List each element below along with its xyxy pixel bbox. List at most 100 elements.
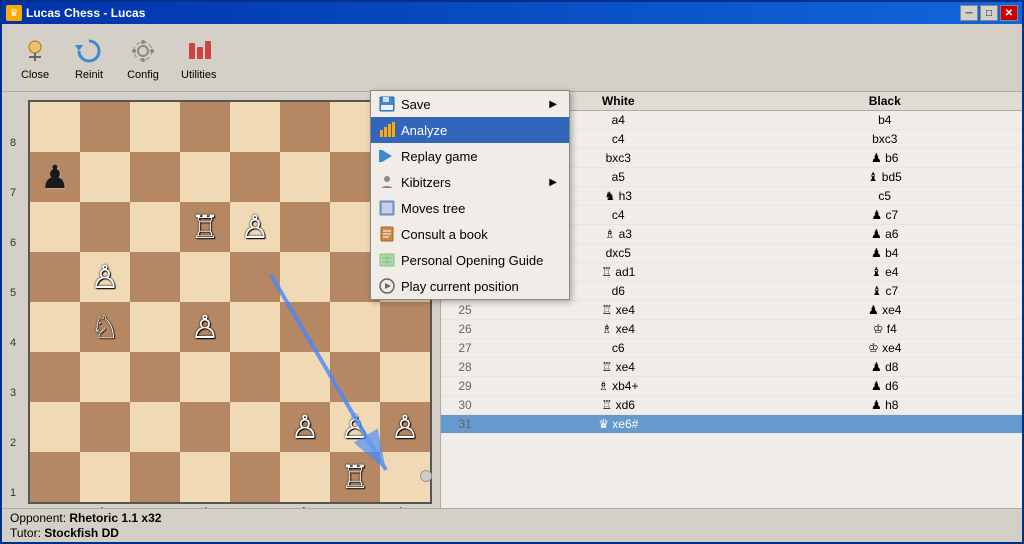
square-b8[interactable] bbox=[80, 102, 130, 152]
square-b7[interactable] bbox=[80, 152, 130, 202]
piece-d6[interactable]: ♖ bbox=[191, 211, 220, 243]
move-row-26[interactable]: 26♗ xe4♔ f4 bbox=[441, 320, 1022, 339]
move-black-17[interactable]: ♟ b6 bbox=[752, 150, 1019, 166]
move-black-18[interactable]: ♝ bd5 bbox=[752, 169, 1019, 185]
square-c8[interactable] bbox=[130, 102, 180, 152]
square-d1[interactable] bbox=[180, 452, 230, 502]
square-a3[interactable] bbox=[30, 352, 80, 402]
move-white-30[interactable]: ♖ xd6 bbox=[485, 397, 752, 413]
square-g4[interactable] bbox=[330, 302, 380, 352]
move-black-23[interactable]: ♝ e4 bbox=[752, 264, 1019, 280]
move-black-15[interactable]: b4 bbox=[752, 112, 1019, 128]
square-g3[interactable] bbox=[330, 352, 380, 402]
menu-consult-book[interactable]: Consult a book bbox=[371, 221, 569, 247]
reinit-button[interactable]: Reinit bbox=[64, 30, 114, 86]
square-a8[interactable] bbox=[30, 102, 80, 152]
close-button[interactable]: Close bbox=[10, 30, 60, 86]
square-c5[interactable] bbox=[130, 252, 180, 302]
menu-moves-tree[interactable]: Moves tree bbox=[371, 195, 569, 221]
maximize-button[interactable]: □ bbox=[980, 5, 998, 21]
square-f7[interactable] bbox=[280, 152, 330, 202]
menu-kibitzers[interactable]: Kibitzers ▶ bbox=[371, 169, 569, 195]
move-black-31[interactable] bbox=[752, 416, 1019, 432]
move-black-28[interactable]: ♟ d8 bbox=[752, 359, 1019, 375]
config-button[interactable]: Config bbox=[118, 30, 168, 86]
square-c4[interactable] bbox=[130, 302, 180, 352]
square-b4[interactable]: ♘ bbox=[80, 302, 130, 352]
piece-a7[interactable]: ♟ bbox=[41, 161, 70, 193]
move-row-31[interactable]: 31♛ xe6# bbox=[441, 415, 1022, 434]
move-black-21[interactable]: ♟ a6 bbox=[752, 226, 1019, 242]
square-e8[interactable] bbox=[230, 102, 280, 152]
square-b3[interactable] bbox=[80, 352, 130, 402]
square-a2[interactable] bbox=[30, 402, 80, 452]
square-d6[interactable]: ♖ bbox=[180, 202, 230, 252]
square-a6[interactable] bbox=[30, 202, 80, 252]
square-g2[interactable]: ♙ bbox=[330, 402, 380, 452]
move-black-22[interactable]: ♟ b4 bbox=[752, 245, 1019, 261]
move-row-25[interactable]: 25♖ xe4♟ xe4 bbox=[441, 301, 1022, 320]
square-c7[interactable] bbox=[130, 152, 180, 202]
square-e1[interactable] bbox=[230, 452, 280, 502]
piece-g1[interactable]: ♖ bbox=[341, 461, 370, 493]
piece-d4[interactable]: ♙ bbox=[191, 311, 220, 343]
move-black-24[interactable]: ♝ c7 bbox=[752, 283, 1019, 299]
square-e2[interactable] bbox=[230, 402, 280, 452]
move-black-19[interactable]: c5 bbox=[752, 188, 1019, 204]
move-row-27[interactable]: 27c6♔ xe4 bbox=[441, 339, 1022, 358]
move-white-28[interactable]: ♖ xe4 bbox=[485, 359, 752, 375]
square-d5[interactable] bbox=[180, 252, 230, 302]
square-f8[interactable] bbox=[280, 102, 330, 152]
square-g1[interactable]: ♖ bbox=[330, 452, 380, 502]
square-a1[interactable] bbox=[30, 452, 80, 502]
move-black-27[interactable]: ♔ xe4 bbox=[752, 340, 1019, 356]
move-white-27[interactable]: c6 bbox=[485, 340, 752, 356]
square-b2[interactable] bbox=[80, 402, 130, 452]
piece-f2[interactable]: ♙ bbox=[291, 411, 320, 443]
move-row-29[interactable]: 29♗ xb4+♟ d6 bbox=[441, 377, 1022, 396]
square-f5[interactable] bbox=[280, 252, 330, 302]
piece-e6[interactable]: ♙ bbox=[241, 211, 270, 243]
square-b1[interactable] bbox=[80, 452, 130, 502]
move-black-30[interactable]: ♟ h8 bbox=[752, 397, 1019, 413]
square-c3[interactable] bbox=[130, 352, 180, 402]
square-f4[interactable] bbox=[280, 302, 330, 352]
utilities-button[interactable]: Utilities bbox=[172, 30, 225, 86]
piece-g2[interactable]: ♙ bbox=[341, 411, 370, 443]
square-b6[interactable] bbox=[80, 202, 130, 252]
move-white-31[interactable]: ♛ xe6# bbox=[485, 416, 752, 432]
square-h2[interactable]: ♙ bbox=[380, 402, 430, 452]
square-d3[interactable] bbox=[180, 352, 230, 402]
move-row-30[interactable]: 30♖ xd6♟ h8 bbox=[441, 396, 1022, 415]
move-black-20[interactable]: ♟ c7 bbox=[752, 207, 1019, 223]
menu-personal-opening[interactable]: Personal Opening Guide bbox=[371, 247, 569, 273]
square-e5[interactable] bbox=[230, 252, 280, 302]
move-black-16[interactable]: bxc3 bbox=[752, 131, 1019, 147]
square-d4[interactable]: ♙ bbox=[180, 302, 230, 352]
piece-b4[interactable]: ♘ bbox=[91, 311, 120, 343]
square-f3[interactable] bbox=[280, 352, 330, 402]
move-white-26[interactable]: ♗ xe4 bbox=[485, 321, 752, 337]
square-f6[interactable] bbox=[280, 202, 330, 252]
square-a4[interactable] bbox=[30, 302, 80, 352]
menu-play-current[interactable]: Play current position bbox=[371, 273, 569, 299]
square-a7[interactable]: ♟ bbox=[30, 152, 80, 202]
square-d2[interactable] bbox=[180, 402, 230, 452]
square-e6[interactable]: ♙ bbox=[230, 202, 280, 252]
menu-replay[interactable]: Replay game bbox=[371, 143, 569, 169]
move-black-29[interactable]: ♟ d6 bbox=[752, 378, 1019, 394]
square-a5[interactable] bbox=[30, 252, 80, 302]
square-e4[interactable] bbox=[230, 302, 280, 352]
square-f1[interactable] bbox=[280, 452, 330, 502]
piece-b5[interactable]: ♙ bbox=[91, 261, 120, 293]
menu-analyze[interactable]: Analyze bbox=[371, 117, 569, 143]
move-white-29[interactable]: ♗ xb4+ bbox=[485, 378, 752, 394]
square-d8[interactable] bbox=[180, 102, 230, 152]
move-white-25[interactable]: ♖ xe4 bbox=[485, 302, 752, 318]
square-h3[interactable] bbox=[380, 352, 430, 402]
square-c1[interactable] bbox=[130, 452, 180, 502]
close-window-button[interactable]: ✕ bbox=[1000, 5, 1018, 21]
move-black-26[interactable]: ♔ f4 bbox=[752, 321, 1019, 337]
piece-h2[interactable]: ♙ bbox=[391, 411, 420, 443]
square-e7[interactable] bbox=[230, 152, 280, 202]
